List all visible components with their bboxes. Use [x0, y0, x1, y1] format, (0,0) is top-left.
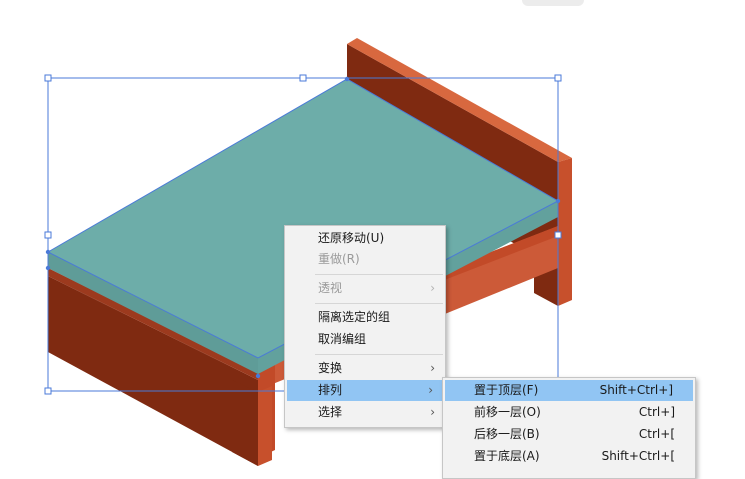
- submenu-arrow-icon: ›: [428, 383, 433, 397]
- shortcut-label: Shift+Ctrl+]: [599, 383, 673, 397]
- anchor-point-back[interactable]: [344, 76, 350, 82]
- menu-separator: [315, 274, 443, 275]
- menu-item-label: 排列: [318, 383, 343, 397]
- selection-handle-bottom-left[interactable]: [44, 387, 52, 395]
- menu-item-label: 还原移动(U): [318, 231, 385, 245]
- anchor-point-right[interactable]: [555, 198, 561, 204]
- selection-handle-top-right[interactable]: [554, 74, 562, 82]
- selection-handle-middle-left[interactable]: [44, 231, 52, 239]
- menu-item-label: 隔离选定的组: [318, 310, 391, 324]
- menu-item-label: 置于顶层(F): [474, 383, 539, 397]
- menu-item-isolate-group[interactable]: 隔离选定的组: [285, 307, 445, 328]
- menu-item-label: 取消编组: [318, 332, 367, 346]
- selection-handle-top-middle[interactable]: [299, 74, 307, 82]
- menu-item-label: 选择: [318, 405, 343, 419]
- menu-item-select[interactable]: 选择 ›: [285, 402, 445, 423]
- submenu-arrow-icon: ›: [430, 405, 435, 419]
- shortcut-label: Ctrl+[: [638, 427, 675, 441]
- anchor-point-left[interactable]: [45, 249, 51, 255]
- menu-item-label: 后移一层(B): [474, 427, 540, 441]
- anchor-point-left-lower[interactable]: [45, 265, 51, 271]
- selection-handle-middle-right[interactable]: [554, 231, 562, 239]
- menu-item-arrange[interactable]: 排列 ›: [287, 380, 443, 401]
- submenu-arrow-icon: ›: [430, 281, 435, 295]
- menu-item-redo[interactable]: 重做(R): [285, 249, 445, 270]
- menu-item-send-backward[interactable]: 后移一层(B) Ctrl+[: [443, 424, 695, 445]
- menu-item-send-to-back[interactable]: 置于底层(A) Shift+Ctrl+[: [443, 446, 695, 467]
- menu-item-label: 重做(R): [318, 252, 360, 266]
- menu-item-label: 变换: [318, 361, 343, 375]
- submenu-arrow-icon: ›: [430, 361, 435, 375]
- menu-item-label: 前移一层(O): [474, 405, 541, 419]
- context-menu: 还原移动(U) 重做(R) 透视 › 隔离选定的组 取消编组 变换 › 排列 ›…: [284, 225, 446, 428]
- menu-item-perspective[interactable]: 透视 ›: [285, 278, 445, 299]
- menu-item-ungroup[interactable]: 取消编组: [285, 329, 445, 350]
- anchor-point-front[interactable]: [255, 373, 261, 379]
- shortcut-label: Ctrl+]: [638, 405, 675, 419]
- menu-item-bring-to-front[interactable]: 置于顶层(F) Shift+Ctrl+]: [445, 380, 693, 401]
- arrange-submenu: 置于顶层(F) Shift+Ctrl+] 前移一层(O) Ctrl+] 后移一层…: [442, 377, 696, 479]
- shortcut-label: Shift+Ctrl+[: [601, 449, 675, 463]
- menu-item-transform[interactable]: 变换 ›: [285, 358, 445, 379]
- menu-item-label: 置于底层(A): [474, 449, 540, 463]
- footboard-leg: [232, 380, 258, 466]
- menu-item-label: 透视: [318, 281, 343, 295]
- menu-item-undo-move[interactable]: 还原移动(U): [285, 228, 445, 249]
- footboard-leg-side: [258, 386, 272, 466]
- menu-separator: [315, 303, 443, 304]
- menu-separator: [315, 354, 443, 355]
- menu-item-bring-forward[interactable]: 前移一层(O) Ctrl+]: [443, 402, 695, 423]
- selection-handle-top-left[interactable]: [44, 74, 52, 82]
